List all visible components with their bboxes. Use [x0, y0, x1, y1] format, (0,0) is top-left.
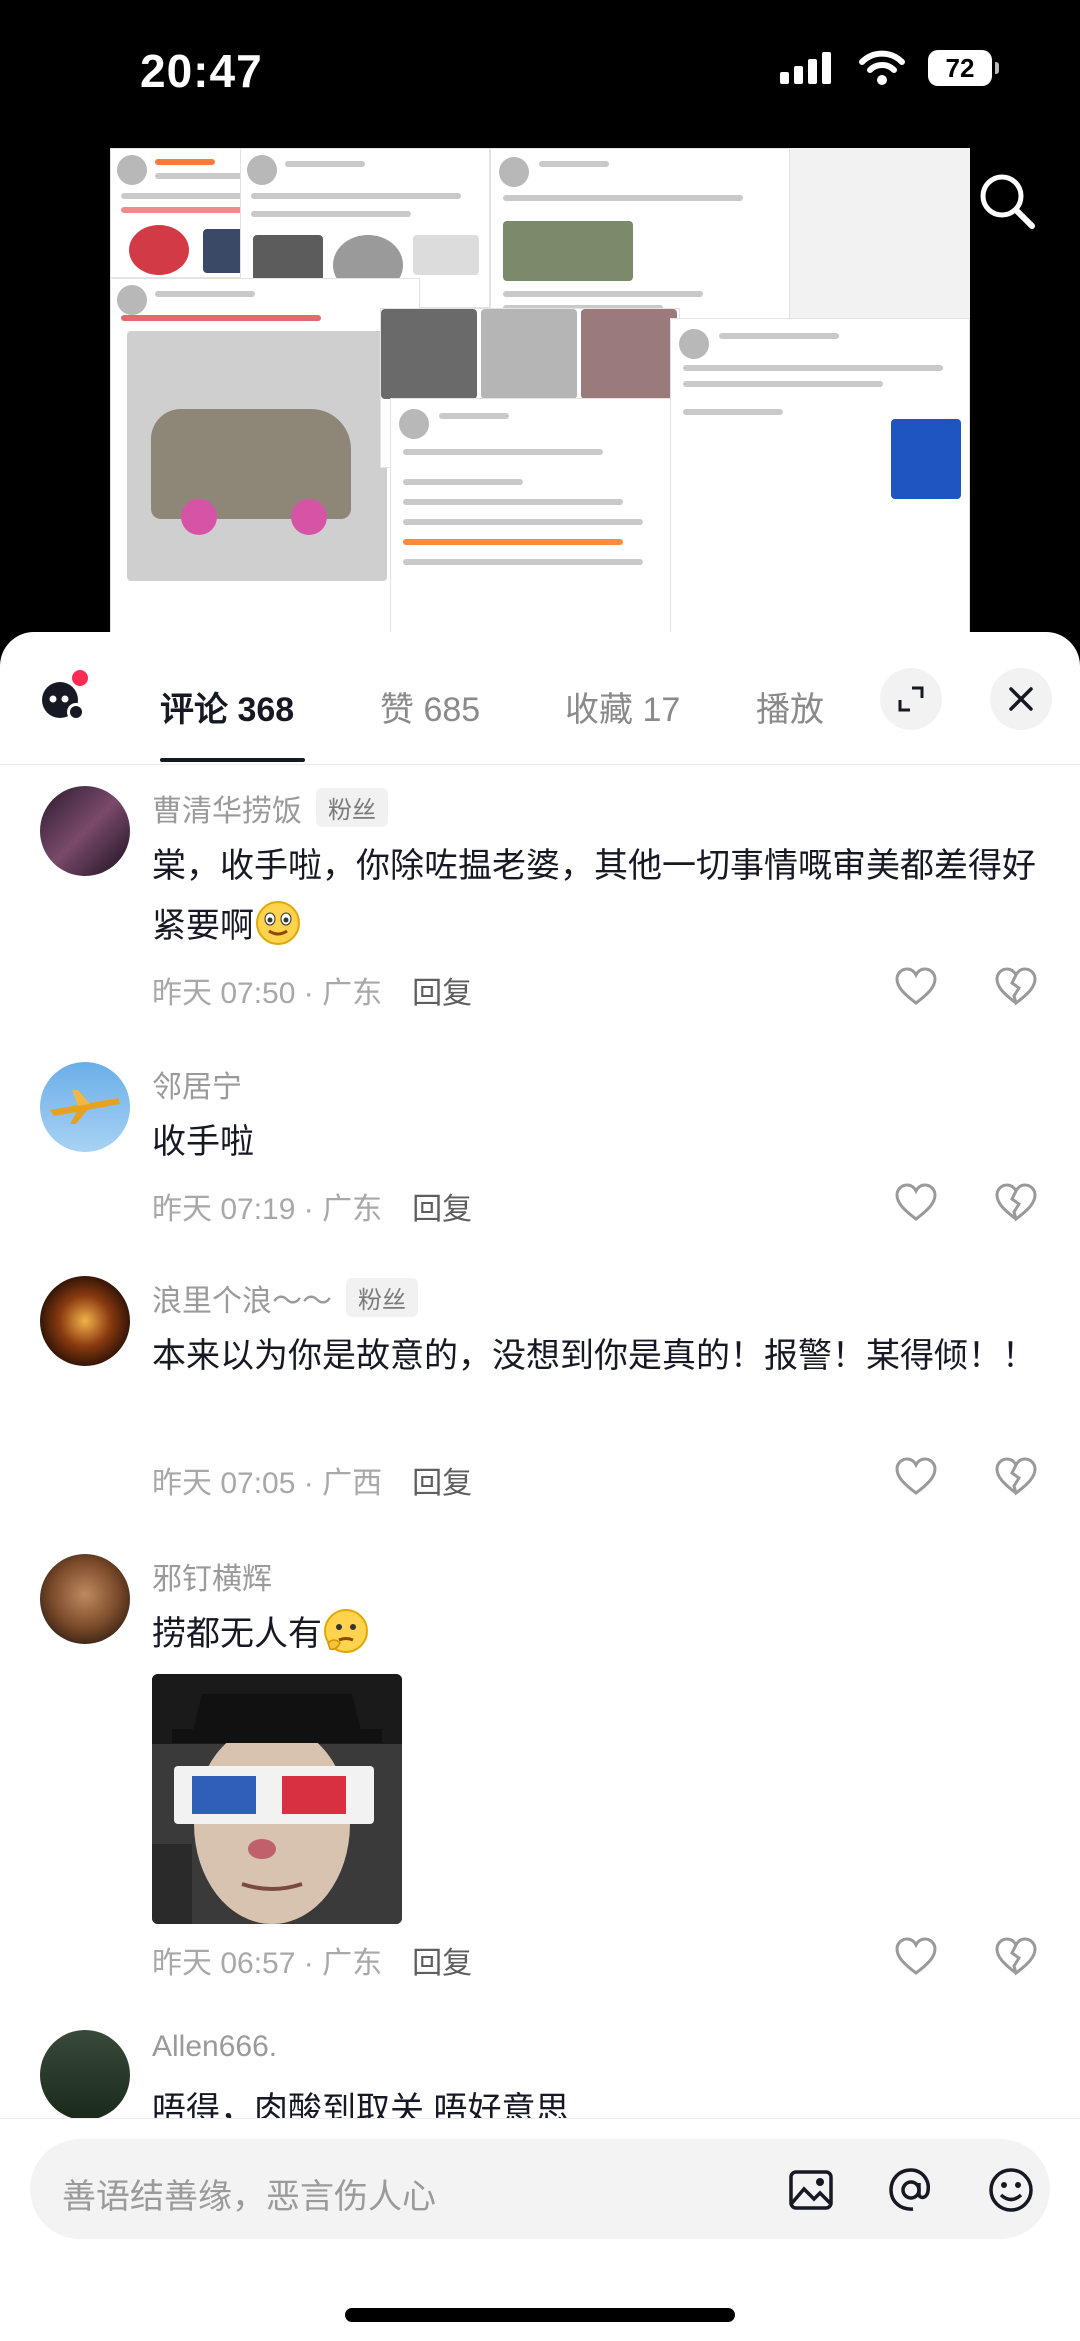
broken-heart-icon[interactable]: [994, 1182, 1038, 1222]
emoji-icon[interactable]: [986, 2165, 1036, 2215]
reply-button[interactable]: 回复: [412, 1947, 472, 1980]
comment-body: 唔得，肉酸到取关 唔好意思: [152, 2091, 570, 2118]
expand-icon: [898, 686, 924, 712]
status-bar: 20:47 72: [0, 0, 1080, 140]
author-name[interactable]: 邪钉横辉: [152, 1563, 272, 1596]
wifi-icon: [859, 50, 905, 85]
screen: 20:47 72 评论 368 赞 685 收藏 17 播放 曹清华捞饭 粉丝 …: [0, 0, 1080, 2341]
fan-badge: 粉丝: [346, 1278, 418, 1317]
video-frame-collage: [110, 148, 970, 638]
search-icon[interactable]: [976, 170, 1038, 232]
signal-icon: [780, 52, 831, 84]
heart-icon[interactable]: [894, 1456, 938, 1496]
collage-post: [390, 398, 710, 638]
tab-plays[interactable]: 播放: [756, 682, 824, 731]
comment-author[interactable]: Allen666.: [152, 2030, 277, 2064]
comment-author[interactable]: 浪里个浪～～ 粉丝: [152, 1276, 418, 1320]
comment-body: 收手啦: [152, 1123, 254, 1161]
comment-input-placeholder: 善语结善缘，恶言伤人心: [62, 2178, 436, 2216]
author-name[interactable]: 浪里个浪～～: [152, 1285, 332, 1318]
comment-meta: 昨天 07:05 · 广西 回复: [152, 1458, 472, 1502]
avatar[interactable]: [40, 1276, 130, 1366]
avatar[interactable]: [40, 1062, 130, 1152]
comment-author[interactable]: 邪钉横辉: [152, 1554, 272, 1598]
thinking-emoji-icon: [324, 1609, 368, 1653]
notification-dot: [72, 670, 88, 686]
reply-button[interactable]: 回复: [412, 1193, 472, 1226]
comment-meta: 昨天 06:57 · 广东 回复: [152, 1938, 472, 1982]
comment-image[interactable]: [152, 1674, 402, 1924]
comment-text: 棠，收手啦，你除咗揾老婆，其他一切事情嘅审美都差得好紧要啊: [152, 836, 1052, 956]
comment-author[interactable]: 曹清华捞饭 粉丝: [152, 786, 388, 830]
comment-input[interactable]: 善语结善缘，恶言伤人心: [30, 2139, 1050, 2239]
grin-emoji-icon: [256, 901, 300, 945]
status-time: 20:47: [140, 45, 263, 97]
comment-meta: 昨天 07:50 · 广东 回复: [152, 968, 472, 1012]
meme-3d-glasses-image: [152, 1674, 402, 1924]
battery-indicator: 72: [928, 50, 999, 86]
fan-badge: 粉丝: [316, 788, 388, 827]
status-icons: 72: [778, 50, 999, 86]
comment-body: 捞都无人有: [152, 1615, 322, 1653]
home-indicator: [345, 2308, 735, 2322]
image-icon[interactable]: [786, 2165, 836, 2215]
comment-time: 昨天 06:57 · 广东: [152, 1947, 383, 1980]
tab-likes[interactable]: 赞 685: [380, 682, 480, 731]
collage-post: [490, 148, 790, 328]
tabs-divider: [0, 764, 1080, 765]
avatar[interactable]: [40, 2030, 130, 2118]
comment-text: 本来以为你是故意的，没想到你是真的！报警！某得倾！！: [152, 1326, 1052, 1386]
collage-post: [670, 318, 970, 638]
heart-icon[interactable]: [894, 1936, 938, 1976]
tab-comments[interactable]: 评论 368: [160, 682, 294, 731]
avatar[interactable]: [40, 1554, 130, 1644]
close-icon: [1009, 687, 1033, 711]
comment-tabs: 评论 368 赞 685 收藏 17 播放: [0, 632, 1080, 764]
comment-text: 收手啦: [152, 1112, 1052, 1172]
comment-text: 捞都无人有: [152, 1604, 1052, 1664]
comment-body: 本来以为你是故意的，没想到你是真的！报警！某得倾！！: [152, 1337, 1036, 1375]
reply-button[interactable]: 回复: [412, 1467, 472, 1500]
tab-favorites[interactable]: 收藏 17: [565, 682, 680, 731]
close-button[interactable]: [990, 668, 1052, 730]
active-tab-indicator: [160, 758, 305, 762]
comment-author[interactable]: 邻居宁: [152, 1062, 242, 1106]
comment-time: 昨天 07:19 · 广东: [152, 1193, 383, 1226]
collage-post: [110, 278, 420, 638]
avatar[interactable]: [40, 786, 130, 876]
comment-item: Allen666. 唔得，肉酸到取关 唔好意思: [0, 2030, 1080, 2118]
heart-icon[interactable]: [894, 1182, 938, 1222]
author-name[interactable]: Allen666.: [152, 2030, 277, 2063]
broken-heart-icon[interactable]: [994, 1936, 1038, 1976]
broken-heart-icon[interactable]: [994, 1456, 1038, 1496]
author-name[interactable]: 邻居宁: [152, 1071, 242, 1104]
comment-time: 昨天 07:50 · 广东: [152, 977, 383, 1010]
video-player[interactable]: [0, 140, 1080, 640]
heart-icon[interactable]: [894, 966, 938, 1006]
comment-text: 唔得，肉酸到取关 唔好意思: [152, 2080, 1052, 2118]
author-name[interactable]: 曹清华捞饭: [152, 795, 302, 828]
expand-button[interactable]: [880, 668, 942, 730]
reply-button[interactable]: 回复: [412, 977, 472, 1010]
mention-icon[interactable]: [886, 2165, 936, 2215]
broken-heart-icon[interactable]: [994, 966, 1038, 1006]
comment-time: 昨天 07:05 · 广西: [152, 1467, 383, 1500]
airplane-icon: [50, 1090, 120, 1124]
comment-meta: 昨天 07:19 · 广东 回复: [152, 1184, 472, 1228]
